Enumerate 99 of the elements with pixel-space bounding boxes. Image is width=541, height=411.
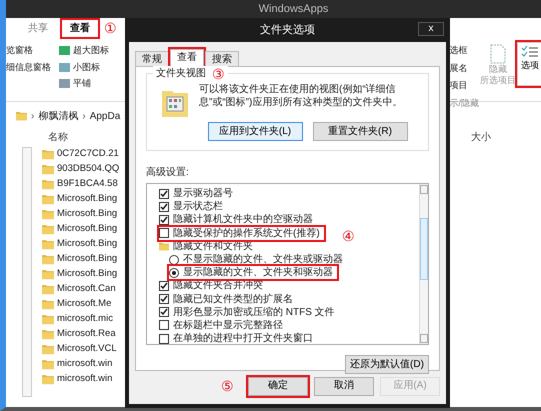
folder-icon xyxy=(42,164,54,175)
checkbox[interactable] xyxy=(159,320,169,330)
group-label: 示/隐藏 xyxy=(449,96,479,110)
folder-icon xyxy=(42,269,54,280)
ribbon-tab[interactable]: 共享 xyxy=(20,20,56,36)
dialog-tab[interactable]: 搜索 xyxy=(205,51,239,66)
column-header[interactable]: 大小 xyxy=(471,130,491,144)
ribbon-item[interactable]: 展名 xyxy=(449,62,479,75)
file-name[interactable]: Microsoft.Bing xyxy=(57,192,118,207)
setting-item[interactable]: 隐藏已知文件类型的扩展名 xyxy=(159,292,297,306)
file-name[interactable]: microsoft.win xyxy=(57,372,112,387)
setting-item[interactable]: 在标题栏中显示完整路径 xyxy=(159,318,287,332)
ribbon-item[interactable]: 小图标 xyxy=(59,60,109,74)
file-name[interactable]: Microsoft.Bing xyxy=(57,267,118,282)
file-name[interactable]: 903DB504.QQ xyxy=(57,162,120,177)
file-name[interactable]: Microsoft.Me xyxy=(57,297,112,312)
step-marker: ④ xyxy=(342,229,355,243)
step-marker: ⑤ xyxy=(221,379,234,393)
ribbon-item[interactable]: 选框 xyxy=(449,44,479,58)
advanced-label: 高级设置: xyxy=(146,166,190,180)
file-name[interactable]: microsoft.win xyxy=(57,357,112,372)
file-name[interactable]: microsoft.mic xyxy=(57,312,113,327)
breadcrumb-item[interactable]: 柳飘清枫 xyxy=(38,108,78,124)
ribbon-item[interactable]: 览窗格 xyxy=(6,44,51,58)
description-text: 可以将该文件夹正在使用的视图(例如“详细信息”或“图标”)应用到所有这种类型的文件夹中。 xyxy=(199,84,404,109)
dialog-button[interactable]: 取消 xyxy=(314,376,374,396)
folder-icon xyxy=(159,242,169,251)
folder-icon xyxy=(42,254,54,265)
ribbon-item[interactable]: 超大图标 xyxy=(59,44,109,58)
step-marker: ① xyxy=(104,21,117,35)
list-icon xyxy=(521,45,539,59)
dialog-button[interactable]: 确定 xyxy=(248,376,308,396)
folder-icon xyxy=(42,149,54,160)
options-button[interactable]: 选项 xyxy=(517,42,541,86)
folder-icon xyxy=(42,299,54,310)
setting-item[interactable]: 显示隐藏的文件、文件夹和驱动器 xyxy=(169,266,337,280)
file-name[interactable]: Microsoft.Bing xyxy=(57,252,118,267)
checkbox[interactable] xyxy=(159,202,169,212)
folder-icon xyxy=(42,239,54,250)
close-button[interactable]: x xyxy=(418,22,444,36)
folder-icon xyxy=(42,314,54,325)
checkbox[interactable] xyxy=(159,228,169,238)
folder-icon xyxy=(42,374,54,385)
view-icon xyxy=(59,62,70,72)
setting-item[interactable]: 显示状态栏 xyxy=(159,200,227,214)
breadcrumb-separator: › xyxy=(82,110,86,124)
checkbox[interactable] xyxy=(159,334,169,344)
setting-item[interactable]: 不显示隐藏的文件、文件夹或驱动器 xyxy=(169,252,347,266)
folder-icon xyxy=(42,194,54,205)
ribbon-item[interactable]: 平铺 xyxy=(59,77,109,90)
folder-icon xyxy=(42,179,54,190)
breadcrumb-item[interactable]: AppDa xyxy=(90,108,120,124)
setting-item[interactable]: 隐藏受保护的操作系统文件(推荐) xyxy=(159,226,324,240)
radio-button[interactable] xyxy=(169,254,179,265)
dialog-tab[interactable]: 查看 xyxy=(170,49,204,66)
setting-item[interactable]: 用彩色显示加密或压缩的 NTFS 文件 xyxy=(159,306,339,319)
group-title: 文件夹视图 xyxy=(156,66,206,81)
radio-button[interactable] xyxy=(169,268,179,278)
view-icon xyxy=(59,46,70,56)
file-name[interactable]: 0C72C7CD.21 xyxy=(57,147,119,162)
file-name[interactable]: Microsoft.Bing xyxy=(57,237,118,252)
file-name[interactable]: Microsoft.VCL xyxy=(57,342,117,357)
folder-view-icon xyxy=(161,88,189,118)
folder-icon xyxy=(42,224,54,235)
setting-item[interactable]: 隐藏计算机文件夹中的空驱动器 xyxy=(159,213,317,227)
reset-button[interactable]: 重置文件夹(R) xyxy=(312,122,408,141)
file-name[interactable]: Microsoft.Rea xyxy=(57,327,116,342)
apply-button[interactable]: 应用到文件夹(L) xyxy=(208,122,302,141)
restore-defaults-button[interactable]: 还原为默认值(D) xyxy=(345,355,429,374)
column-header[interactable]: 名称 xyxy=(48,130,68,144)
folder-icon xyxy=(16,111,27,121)
scrollbar[interactable] xyxy=(22,147,32,397)
scroll-thumb[interactable] xyxy=(420,218,428,280)
breadcrumb-separator: › xyxy=(31,110,34,124)
folder-icon xyxy=(42,209,54,220)
folder-icon xyxy=(42,329,54,340)
file-name[interactable]: Microsoft.Can xyxy=(57,282,116,297)
dialog-title: 文件夹选项 xyxy=(260,22,315,38)
file-name[interactable]: B9F1BCA4.58 xyxy=(57,177,118,192)
folder-icon xyxy=(42,284,54,295)
ribbon-item[interactable]: 细信息窗格 xyxy=(6,60,51,74)
view-icon xyxy=(59,79,70,88)
file-name[interactable]: Microsoft.Bing xyxy=(57,222,118,237)
folder-icon xyxy=(42,359,54,370)
checkbox[interactable] xyxy=(159,188,169,199)
checkbox[interactable] xyxy=(159,294,169,304)
checkbox[interactable] xyxy=(159,307,169,318)
ribbon-item[interactable]: 项目 xyxy=(449,79,479,92)
checkbox[interactable] xyxy=(159,280,169,291)
page-icon xyxy=(490,44,506,64)
folder-icon xyxy=(42,344,54,355)
window-title: WindowsApps xyxy=(6,0,541,18)
file-name[interactable]: Microsoft.Bing xyxy=(57,207,118,222)
setting-item[interactable]: 显示驱动器号 xyxy=(159,187,237,200)
dialog-tab[interactable]: 常规 xyxy=(135,51,169,66)
checkbox[interactable] xyxy=(159,214,169,225)
setting-item[interactable]: 在单独的进程中打开文件夹窗口 xyxy=(159,332,317,344)
scrollbar[interactable] xyxy=(419,184,428,344)
step-marker: ③ xyxy=(212,66,225,80)
